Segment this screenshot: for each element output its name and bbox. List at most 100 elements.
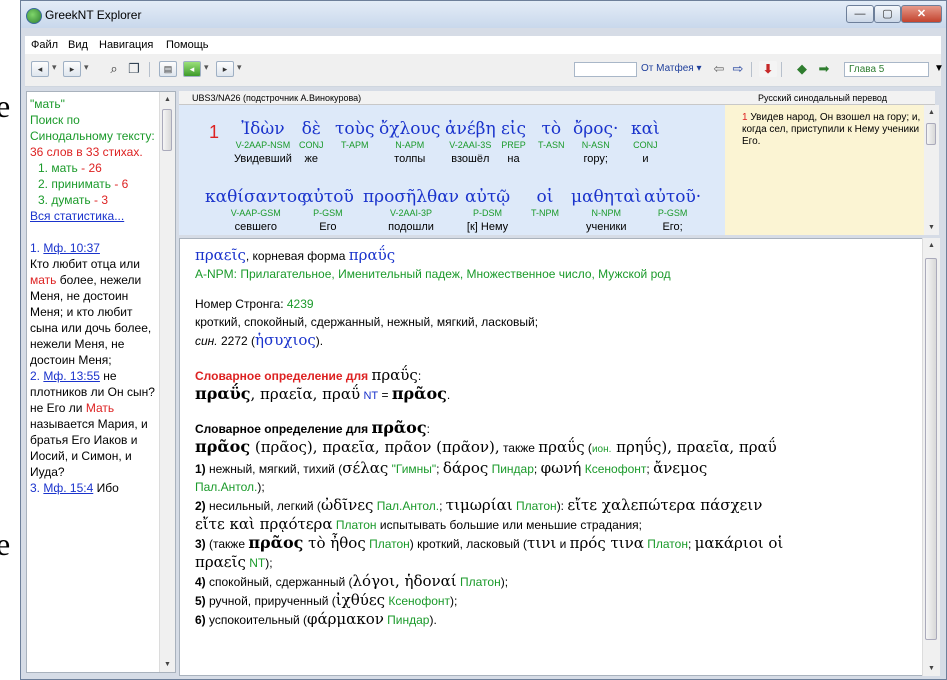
sense-source: Платон [456,575,501,589]
chevron-down-icon[interactable]: ▾ [52,62,57,73]
forward-icon[interactable]: ▸ [63,61,81,77]
interlinear-word[interactable]: αὐτῷ P-DSM [к] Нему [465,187,510,234]
search-input[interactable] [574,62,637,77]
greek-word: δὲ [301,119,321,139]
sense-text: ) кроткий, ласковый ( [409,537,528,551]
scroll-down-icon[interactable]: ▼ [924,220,939,235]
scroll-thumb[interactable] [926,123,936,145]
layout-icon[interactable]: ▤ [159,61,177,77]
copy-icon[interactable]: ❐ [125,61,143,77]
interlinear-word[interactable]: αὐτοῦ· P-GSM Его; [644,187,701,234]
stat-item[interactable]: 1. мать - 26 [30,160,161,176]
stat-item[interactable]: 3. думать - 3 [30,192,161,208]
stat-word: принимать [51,177,111,191]
interlinear-word[interactable]: οἱ T-NPM [531,187,559,220]
left-scrollbar[interactable]: ▲ ▼ [159,92,175,672]
dict-dialect: ион. [591,444,612,455]
stat-count: - 26 [81,161,102,175]
dict-def1-title: Словарное определение для πραΰς: [195,366,422,384]
book-select[interactable]: От Матфея ▾ [641,63,702,74]
result-ref-link[interactable]: Мф. 15:4 [43,481,93,495]
scroll-down-icon[interactable]: ▼ [923,661,940,676]
interlinear-word[interactable]: καὶ CONJ и [631,119,660,166]
greek-word: ἀνέβη [445,119,496,139]
interlinear-word[interactable]: ὄρος· N-ASN гору; [573,119,618,166]
chevron-down-icon[interactable]: ▾ [84,62,89,73]
maximize-button[interactable]: ▢ [874,5,901,23]
bookmark-icon[interactable]: ⬇ [759,61,777,77]
stat-item[interactable]: 2. принимать - 6 [30,176,161,192]
dictionary-scrollbar[interactable]: ▲ ▼ [922,238,940,676]
sense-greek: πρᾶος [248,533,304,552]
scroll-thumb[interactable] [925,258,937,640]
interlinear-word[interactable]: Ἰδὼν V-2AAP-NSM Увидевший [234,119,292,166]
menu-view[interactable]: Вид [68,39,88,51]
morph-code: P-GSM [657,208,688,218]
translation-header: Русский синодальный перевод [725,91,935,105]
result-ref-link[interactable]: Мф. 10:37 [43,241,100,255]
sense-text: ); [450,594,458,608]
menu-file[interactable]: Файл [31,39,58,51]
sense-source: Платон [512,499,557,513]
menu-help[interactable]: Помощь [166,39,209,51]
morph-code: N-ASN [581,140,610,150]
binoculars-icon[interactable]: ⌕ [105,61,123,77]
sense-num: 1) [195,462,206,476]
interlinear-word[interactable]: προσῆλθαν V-2AAI-3P подошли [363,187,459,234]
prev-page-icon[interactable]: ⇦ [710,61,728,77]
interlinear-panel: 1 Ἰδὼν V-2AAP-NSM Увидевший δὲ CONJ же τοὺς T… [179,105,725,235]
scroll-up-icon[interactable]: ▲ [160,92,175,107]
result-highlight: Мать [85,401,115,415]
sense-greek: πρός τινα [569,534,644,552]
interlinear-word[interactable]: τὸ T-ASN [538,119,565,152]
menu-navigation[interactable]: Навигация [99,39,153,51]
translation-verse-number[interactable]: 1 [742,112,748,123]
interlinear-word[interactable]: καθίσαντος V-AAP-GSM севшего [205,187,307,234]
greek-word: καὶ [631,119,660,139]
green-nav-icon[interactable]: ◂ [183,61,201,77]
interlinear-word[interactable]: αὐτοῦ P-GSM Его [302,187,354,234]
interlinear-word[interactable]: εἰς PREP на [501,119,526,166]
scroll-down-icon[interactable]: ▼ [160,657,175,672]
all-statistics-link[interactable]: Вся статистика... [30,208,161,224]
translation-panel: 1 Увидев народ, Он взошел на гору; и, ко… [725,105,925,235]
chapter-select[interactable]: Глава 5 [844,62,929,77]
interlinear-word[interactable]: ὄχλους N-APM толпы [379,119,440,166]
minimize-button[interactable]: — [846,5,874,23]
dict-syn-word[interactable]: ἡσυχιος [255,331,316,349]
dict-root[interactable]: πραΰς [349,246,395,264]
back-icon[interactable]: ◂ [31,61,49,77]
dict-lemma: πρᾶος [195,437,251,456]
chevron-down-icon[interactable]: ▾ [204,62,209,73]
interlinear-word[interactable]: μαθηταὶ N-NPM ученики [571,187,642,234]
result-num: 1. [30,241,41,255]
dict-forms: , πραεῖα, πραΰ [250,385,361,403]
prev-chapter-icon[interactable]: ◆ [793,61,811,77]
dict-meanings: кроткий, спокойный, сдержанный, нежный, … [195,315,539,329]
next-page-icon[interactable]: ⇨ [729,61,747,77]
interlinear-word[interactable]: δὲ CONJ же [299,119,324,166]
dict-sense-5: 5) ручной, прирученный (ἰχθύες Ксенофонт… [195,591,910,610]
chevron-down-icon[interactable]: ▼ [934,63,944,74]
page-icon[interactable]: ▸ [216,61,234,77]
scroll-thumb[interactable] [162,109,172,151]
next-chapter-icon[interactable]: ➡ [815,61,833,77]
scroll-up-icon[interactable]: ▲ [923,238,940,253]
chevron-down-icon[interactable]: ▾ [237,62,242,73]
scroll-up-icon[interactable]: ▲ [924,105,939,120]
result-text: называется Мария, и братья Его Иаков и И… [30,417,148,479]
search-summary-count: 36 слов в 33 стихах. [30,145,143,159]
translation-scrollbar[interactable]: ▲ ▼ [924,105,939,235]
interlinear-word[interactable]: τοὺς T-APM [335,119,375,152]
morph-code: T-APM [340,140,369,150]
result-ref-link[interactable]: Мф. 13:55 [43,369,100,383]
verse-number[interactable]: 1 [209,122,219,143]
sense-greek: πραεῖς [195,553,246,571]
interlinear-word[interactable]: ἀνέβη V-2AAI-3S взошёл [445,119,496,166]
sense-num: 5) [195,594,206,608]
close-button[interactable]: ✕ [901,5,942,23]
